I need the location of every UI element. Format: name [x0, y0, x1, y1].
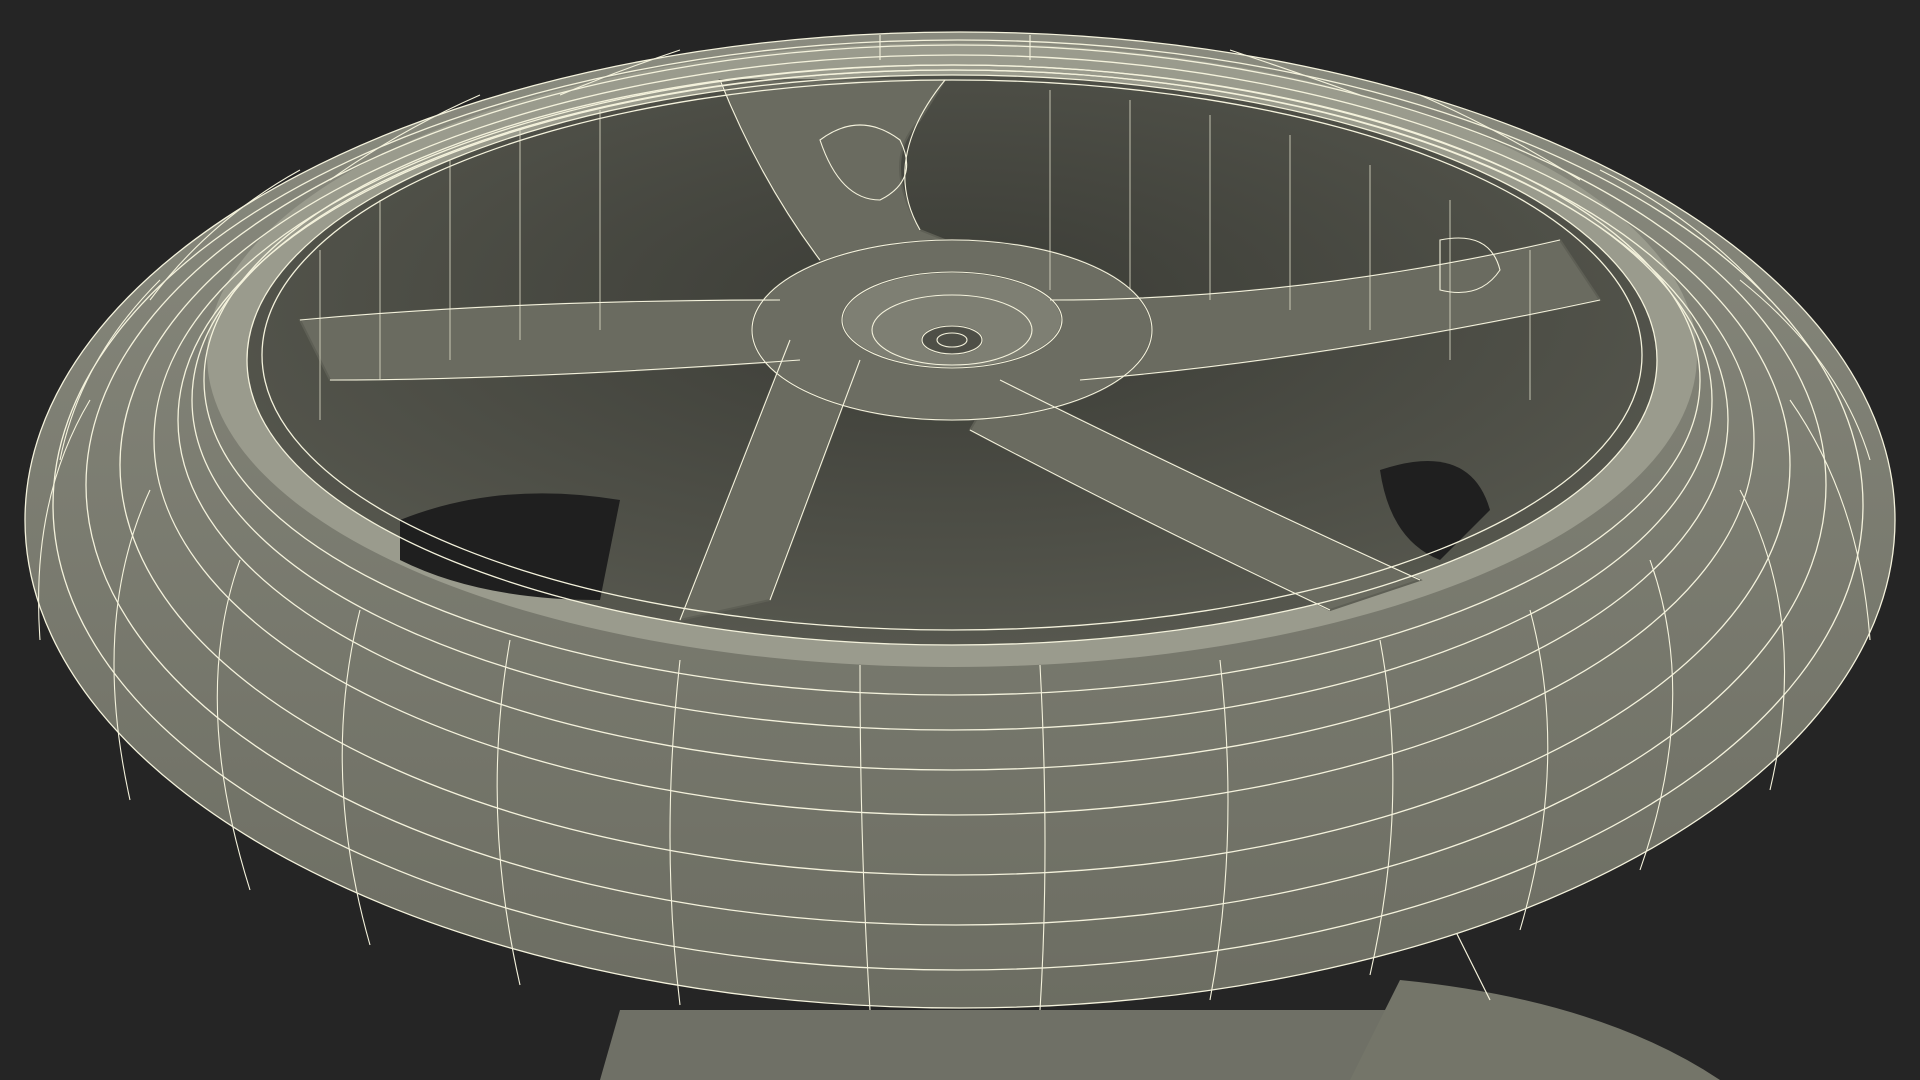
wheel-render — [24, 31, 1896, 1080]
render-viewport — [0, 0, 1920, 1080]
